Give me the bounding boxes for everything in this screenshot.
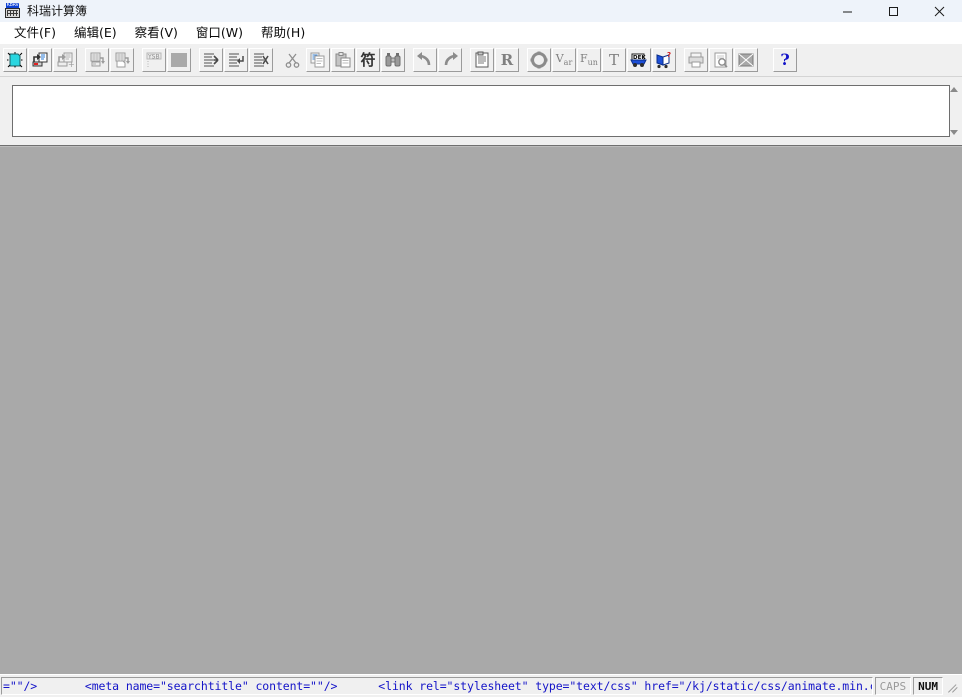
menu-bar: 文件(F) 编辑(E) 察看(V) 窗口(W) 帮助(H) bbox=[0, 22, 962, 44]
ysb-button[interactable]: YSB bbox=[142, 48, 166, 72]
picture-icon bbox=[738, 53, 754, 67]
recalculate-button[interactable]: R bbox=[495, 48, 519, 72]
window-controls bbox=[824, 0, 962, 22]
variables-button[interactable]: Var bbox=[552, 48, 576, 72]
insert-line-left-icon bbox=[204, 53, 219, 67]
paste-button[interactable] bbox=[331, 48, 355, 72]
toolbar-separator bbox=[274, 48, 281, 72]
window-title: 科瑞计算簿 bbox=[27, 4, 88, 18]
menu-help[interactable]: 帮助(H) bbox=[252, 23, 314, 43]
undo-arrow-icon bbox=[417, 52, 431, 66]
document-pane-container bbox=[0, 77, 962, 145]
letter-t-icon: T bbox=[608, 50, 619, 69]
var-icon: Var bbox=[555, 51, 573, 68]
menu-edit[interactable]: 编辑(E) bbox=[65, 23, 126, 43]
question-mark-icon: ? bbox=[780, 50, 790, 69]
insert-line-return-icon bbox=[229, 53, 244, 67]
dek-button[interactable]: DEK bbox=[627, 48, 651, 72]
printer-icon bbox=[688, 52, 704, 68]
open-add-button[interactable]: + bbox=[53, 48, 77, 72]
chinese-char-icon: 符 bbox=[360, 50, 376, 69]
save-button[interactable] bbox=[85, 48, 109, 72]
caps-indicator: CAPS bbox=[874, 677, 912, 695]
print-preview-button[interactable] bbox=[709, 48, 733, 72]
maximize-button[interactable] bbox=[870, 0, 916, 22]
letter-r-icon: R bbox=[500, 50, 514, 69]
functions-button[interactable]: Fun bbox=[577, 48, 601, 72]
toolbar-separator bbox=[78, 48, 85, 72]
close-button[interactable] bbox=[916, 0, 962, 22]
toolbar-separator bbox=[406, 48, 413, 72]
editor-scrollbar[interactable] bbox=[948, 85, 960, 137]
toolbar: + bbox=[0, 44, 962, 77]
resize-grip[interactable] bbox=[945, 677, 961, 695]
svg-text:YSB: YSB bbox=[147, 54, 160, 61]
num-indicator: NUM bbox=[913, 677, 943, 695]
fun-icon: Fun bbox=[580, 51, 598, 68]
cut-button[interactable] bbox=[281, 48, 305, 72]
scroll-down-icon[interactable] bbox=[950, 130, 958, 135]
menu-view[interactable]: 察看(V) bbox=[126, 23, 187, 43]
undo-button[interactable] bbox=[413, 48, 437, 72]
properties-button[interactable] bbox=[470, 48, 494, 72]
dek-truck-icon: DEK bbox=[630, 53, 647, 67]
scissors-icon bbox=[285, 53, 300, 68]
menu-window[interactable]: 窗口(W) bbox=[187, 23, 252, 43]
delete-line-icon bbox=[254, 53, 269, 67]
status-bar: =""/> <meta name="searchtitle" content="… bbox=[0, 674, 962, 697]
new-document-icon bbox=[7, 52, 23, 68]
image-button[interactable] bbox=[734, 48, 758, 72]
toolbar-separator bbox=[135, 48, 142, 72]
new-document-button[interactable] bbox=[3, 48, 27, 72]
binoculars-icon bbox=[385, 53, 401, 67]
save-as-button[interactable] bbox=[110, 48, 134, 72]
svg-text:?: ? bbox=[667, 51, 671, 59]
copy-pages-icon bbox=[310, 52, 325, 68]
open-folder-icon bbox=[32, 52, 48, 67]
toolbar-separator bbox=[759, 48, 766, 72]
open-add-icon: + bbox=[57, 52, 74, 69]
about-help-button[interactable]: ? bbox=[773, 48, 797, 72]
editor-area[interactable] bbox=[12, 85, 950, 137]
toolbar-separator bbox=[520, 48, 527, 72]
special-char-button[interactable]: 符 bbox=[356, 48, 380, 72]
mdi-client-area bbox=[0, 145, 962, 674]
redo-arrow-icon bbox=[444, 52, 458, 66]
ysb-label-icon: YSB bbox=[146, 52, 162, 67]
find-button[interactable] bbox=[381, 48, 405, 72]
menu-file[interactable]: 文件(F) bbox=[5, 23, 65, 43]
minimize-button[interactable] bbox=[824, 0, 870, 22]
toolbar-separator bbox=[766, 48, 773, 72]
calculator-keyboard-icon: KBRV bbox=[5, 3, 21, 19]
open-book-help-icon: ? bbox=[656, 51, 671, 69]
scroll-up-icon[interactable] bbox=[950, 87, 958, 92]
text-button[interactable]: T bbox=[602, 48, 626, 72]
gear-ring-icon bbox=[530, 51, 548, 69]
copy-button[interactable] bbox=[306, 48, 330, 72]
print-preview-icon bbox=[714, 52, 728, 68]
save-as-icon bbox=[115, 52, 130, 68]
blank-page-button[interactable] bbox=[167, 48, 191, 72]
toolbar-separator bbox=[463, 48, 470, 72]
print-button[interactable] bbox=[684, 48, 708, 72]
help-book-button[interactable]: ? bbox=[652, 48, 676, 72]
constants-button[interactable] bbox=[527, 48, 551, 72]
delete-row-button[interactable] bbox=[249, 48, 273, 72]
status-message: =""/> <meta name="searchtitle" content="… bbox=[3, 679, 872, 693]
clipboard-paste-icon bbox=[335, 52, 351, 68]
insert-row-before-button[interactable] bbox=[199, 48, 223, 72]
svg-text:+: + bbox=[68, 60, 74, 69]
blank-page-icon bbox=[171, 53, 187, 67]
properties-sheet-icon bbox=[475, 51, 489, 68]
application-window: KBRV 科瑞计算簿 文件(F) 编辑(E) 察看(V) 窗口(W) 帮助(H) bbox=[0, 0, 962, 697]
open-document-button[interactable] bbox=[28, 48, 52, 72]
title-bar: KBRV 科瑞计算簿 bbox=[0, 0, 962, 22]
toolbar-separator bbox=[192, 48, 199, 72]
toolbar-separator bbox=[677, 48, 684, 72]
insert-row-after-button[interactable] bbox=[224, 48, 248, 72]
status-message-panel: =""/> <meta name="searchtitle" content="… bbox=[1, 677, 873, 695]
save-disk-icon bbox=[90, 52, 105, 67]
redo-button[interactable] bbox=[438, 48, 462, 72]
